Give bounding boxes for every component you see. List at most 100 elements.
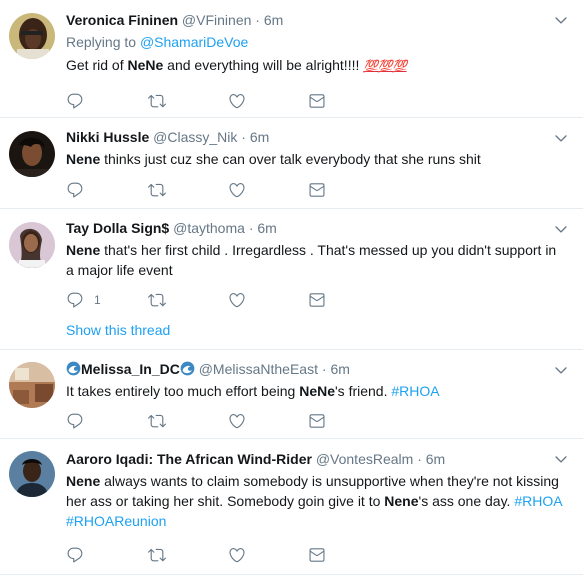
tweet-header: Veronica Fininen @VFininen · 6m <box>66 11 567 29</box>
text-segment: It takes entirely too much effort being <box>66 383 300 399</box>
tweet-content: Nikki Hussle @Classy_Nik · 6m Nene think… <box>66 128 567 169</box>
tweet-3[interactable]: Tay Dolla Sign$ @taythoma · 6m Nene that… <box>0 209 583 350</box>
heart-icon <box>228 546 246 564</box>
avatar[interactable] <box>9 131 55 177</box>
user-handle[interactable]: @VontesRealm <box>316 451 413 467</box>
envelope-icon <box>308 92 326 110</box>
display-name[interactable]: Aaroro Iqadi: The African Wind-Rider <box>66 451 312 467</box>
direct-message-button[interactable] <box>308 290 326 310</box>
reply-icon <box>66 291 84 309</box>
user-handle[interactable]: @taythoma <box>173 220 245 236</box>
replying-to: Replying to @ShamariDeVoe <box>66 33 567 51</box>
text-bold: NeNe <box>127 57 164 73</box>
heart-icon <box>228 92 246 110</box>
like-button[interactable] <box>228 91 246 111</box>
tweet-content: Tay Dolla Sign$ @taythoma · 6m Nene that… <box>66 219 567 280</box>
text-bold: Nene <box>66 242 101 258</box>
like-button[interactable] <box>228 290 246 310</box>
retweet-button[interactable] <box>148 545 166 565</box>
wave-emoji-icon <box>66 361 81 376</box>
like-button[interactable] <box>228 545 246 565</box>
avatar[interactable] <box>9 13 55 59</box>
timestamp[interactable]: 6m <box>330 361 349 377</box>
timestamp[interactable]: 6m <box>426 451 445 467</box>
hashtag-link[interactable]: #RHOAReunion <box>66 513 166 529</box>
text-segment: 's ass one day. <box>418 493 515 509</box>
text-bold: NeNe <box>299 383 335 399</box>
separator-dot: · <box>255 12 260 28</box>
timestamp[interactable]: 6m <box>250 129 269 145</box>
retweet-button[interactable] <box>148 290 166 310</box>
display-name[interactable]: Veronica Fininen <box>66 12 178 28</box>
avatar[interactable] <box>9 222 55 268</box>
text-segment: that's her first child . Irregardless . … <box>66 242 557 278</box>
reply-button[interactable] <box>66 91 84 111</box>
avatar[interactable] <box>9 451 55 497</box>
reply-count: 1 <box>94 293 101 307</box>
replying-to-handle-link[interactable]: @ShamariDeVoe <box>140 34 248 50</box>
separator-dot: · <box>321 361 327 377</box>
envelope-icon <box>308 546 326 564</box>
reply-button[interactable]: 1 <box>66 290 101 310</box>
hashtag-link[interactable]: #RHOA <box>391 383 439 399</box>
retweet-icon <box>148 92 166 110</box>
wave-emoji-icon <box>180 361 195 376</box>
separator-dot: · <box>417 451 422 467</box>
retweet-button[interactable] <box>148 411 166 431</box>
tweet-text: Nene thinks just cuz she can over talk e… <box>66 149 567 169</box>
retweet-button[interactable] <box>148 180 166 200</box>
retweet-icon <box>148 412 166 430</box>
reply-button[interactable] <box>66 180 84 200</box>
heart-icon <box>228 181 246 199</box>
tweet-4[interactable]: Melissa_In_DC @MelissaNtheEast · 6m It t… <box>0 350 583 439</box>
text-bold: Nene <box>384 493 419 509</box>
user-handle[interactable]: @Classy_Nik <box>153 129 237 145</box>
tweet-text: Nene always wants to claim somebody is u… <box>66 471 567 531</box>
tweet-header: Tay Dolla Sign$ @taythoma · 6m <box>66 219 567 237</box>
reply-button[interactable] <box>66 545 84 565</box>
like-button[interactable] <box>228 180 246 200</box>
tweet-2[interactable]: Nikki Hussle @Classy_Nik · 6m Nene think… <box>0 118 583 209</box>
direct-message-button[interactable] <box>308 180 326 200</box>
text-segment: thinks just cuz she can over talk everyb… <box>100 151 481 167</box>
heart-icon <box>228 291 246 309</box>
tweet-text: Nene that's her first child . Irregardle… <box>66 240 567 280</box>
reply-button[interactable] <box>66 411 84 431</box>
avatar[interactable] <box>9 362 55 408</box>
envelope-icon <box>308 412 326 430</box>
direct-message-button[interactable] <box>308 411 326 431</box>
display-name[interactable]: Melissa_In_DC <box>81 361 180 377</box>
timestamp[interactable]: 6m <box>257 220 276 236</box>
text-segment: Get rid of <box>66 57 128 73</box>
reply-icon <box>66 92 84 110</box>
tweet-content: Melissa_In_DC @MelissaNtheEast · 6m It t… <box>66 360 567 401</box>
retweet-icon <box>148 181 166 199</box>
display-name[interactable]: Tay Dolla Sign$ <box>66 220 169 236</box>
display-name[interactable]: Nikki Hussle <box>66 129 149 145</box>
text-bold: Nene <box>66 151 101 167</box>
retweet-button[interactable] <box>148 91 166 111</box>
envelope-icon <box>308 291 326 309</box>
tweet-feed: Veronica Fininen @VFininen · 6m Replying… <box>0 0 583 575</box>
heart-icon <box>228 412 246 430</box>
tweet-content: Veronica Fininen @VFininen · 6m Replying… <box>66 11 567 76</box>
show-thread-link[interactable]: Show this thread <box>66 322 170 338</box>
direct-message-button[interactable] <box>308 91 326 111</box>
hashtag-link[interactable]: #RHOA <box>514 493 561 509</box>
tweet-5[interactable]: Aaroro Iqadi: The African Wind-Rider @Vo… <box>0 439 583 575</box>
like-button[interactable] <box>228 411 246 431</box>
reply-icon <box>66 412 84 430</box>
reply-icon <box>66 546 84 564</box>
retweet-icon <box>148 546 166 564</box>
user-handle[interactable]: @MelissaNtheEast <box>199 361 318 377</box>
replying-to-label: Replying to <box>66 34 140 50</box>
retweet-icon <box>148 291 166 309</box>
tweet-1[interactable]: Veronica Fininen @VFininen · 6m Replying… <box>0 0 583 118</box>
separator-dot: · <box>248 220 254 236</box>
timestamp[interactable]: 6m <box>264 12 283 28</box>
user-handle[interactable]: @VFininen <box>182 12 251 28</box>
tweet-text: It takes entirely too much effort being … <box>66 381 567 401</box>
envelope-icon <box>308 181 326 199</box>
direct-message-button[interactable] <box>308 545 326 565</box>
separator-dot: · <box>241 129 246 145</box>
